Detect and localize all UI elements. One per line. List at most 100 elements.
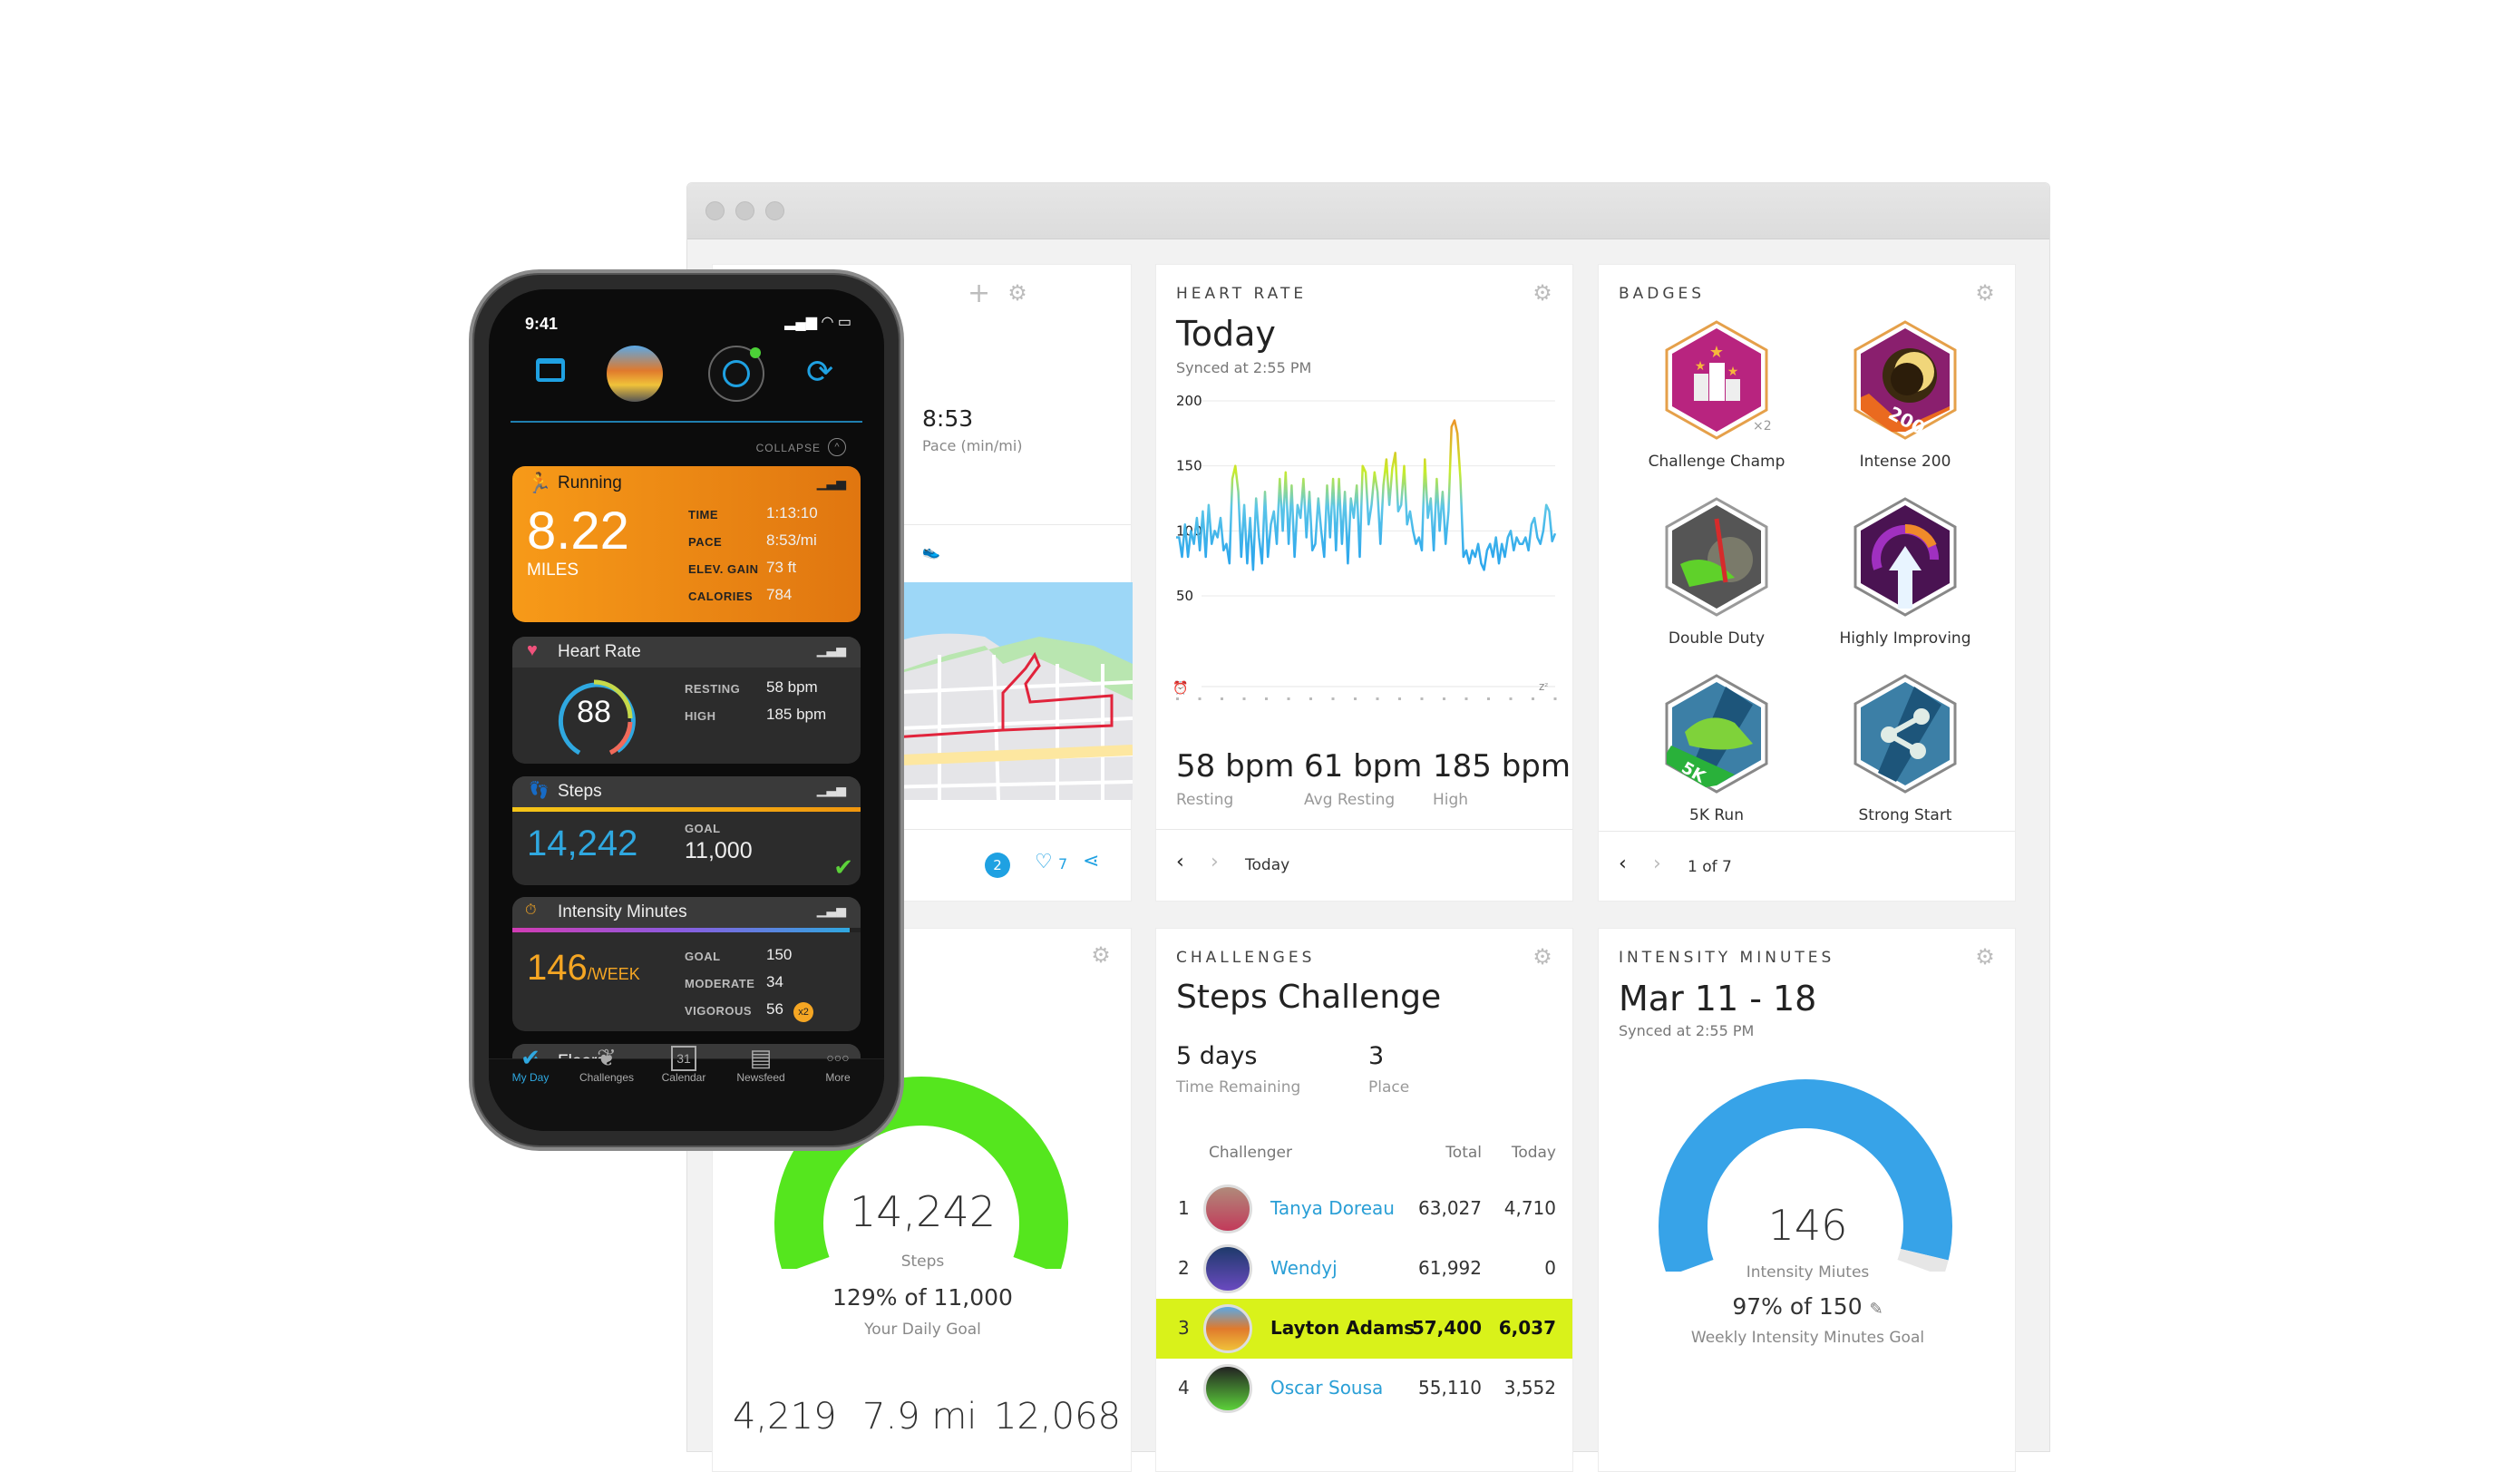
phone-heart-rate-card[interactable]: ♥ Heart Rate ▁▃▅ 88 RESTING 58 bpm HIGH … (512, 637, 861, 764)
tab-my-day[interactable]: ✔ My Day (494, 1044, 567, 1084)
intensity-minutes-card: INTENSITY MINUTES ⚙ Mar 11 - 18 Synced a… (1598, 928, 2016, 1472)
badge-multiplier: ×2 (1753, 419, 1772, 434)
status-icons: ▂▄▆ ◠ ▭ (784, 315, 851, 330)
phone-steps-value: 14,242 (527, 824, 638, 863)
add-icon[interactable]: + (968, 278, 990, 309)
share-icon[interactable]: ⋖ (1083, 850, 1099, 872)
badge-5k-run[interactable]: 5K 5K Run (1626, 673, 1807, 824)
phone-intensity-value: 146/WEEK (527, 948, 640, 989)
next-arrow-icon[interactable]: › (1211, 851, 1219, 873)
synced-text: Synced at 2:55 PM (1176, 359, 1312, 376)
window-close-button[interactable] (705, 201, 725, 220)
stat-label: RESTING (685, 682, 741, 696)
gear-icon[interactable]: ⚙ (1091, 944, 1111, 966)
phone-steps-card[interactable]: 👣 Steps ▁▃▅ 14,242 GOAL 11,000 ✔ (512, 776, 861, 885)
x-tick-dot (1354, 697, 1357, 700)
pager-label: 1 of 7 (1688, 858, 1732, 876)
badge-challenge-champ[interactable]: ★ ★ ★ ×2 Challenge Champ (1626, 319, 1807, 471)
collapse-chevron-icon[interactable]: ^ (828, 438, 846, 456)
gear-icon[interactable]: ⚙ (1532, 282, 1552, 304)
prev-arrow-icon[interactable]: ‹ (1176, 851, 1184, 873)
steps-value: 14,242 (850, 1187, 996, 1236)
tab-more[interactable]: ○○○ More (802, 1044, 874, 1084)
badge-double-duty[interactable]: Double Duty (1626, 496, 1807, 648)
challenger-name[interactable]: Oscar Sousa (1270, 1377, 1383, 1399)
gear-icon[interactable]: ⚙ (1532, 946, 1552, 968)
card-title: Steps (558, 782, 602, 801)
x-tick-dot (1221, 697, 1223, 700)
stat-value: 185 bpm (766, 706, 827, 723)
x-tick-dot (1176, 697, 1179, 700)
connected-indicator (750, 347, 761, 358)
likes-count: 7 (1058, 855, 1068, 872)
gear-icon[interactable]: ⚙ (1007, 282, 1027, 304)
avatar[interactable] (1203, 1304, 1252, 1353)
bar-chart-icon[interactable]: ▁▃▅ (817, 902, 846, 918)
high-label: High (1433, 791, 1469, 809)
tab-calendar[interactable]: 31 Calendar (647, 1046, 720, 1084)
goal-label: GOAL (685, 822, 721, 835)
avatar[interactable] (1203, 1244, 1252, 1293)
steps-percent: 129% of 11,000 (832, 1284, 1013, 1311)
shoe-icon: 👟 (922, 542, 940, 560)
column-challenger: Challenger (1209, 1144, 1292, 1162)
bar-chart-icon[interactable]: ▁▃▅ (817, 642, 846, 658)
high-value: 185 bpm (1433, 748, 1571, 785)
x-tick-dot (1487, 697, 1490, 700)
badge-label: 5K Run (1689, 806, 1744, 824)
intensity-percent-text: 97% of 150 (1732, 1293, 1863, 1320)
gear-icon[interactable]: ⚙ (1975, 282, 1995, 304)
gear-icon[interactable]: ⚙ (1975, 946, 1995, 968)
inbox-icon[interactable] (536, 358, 565, 382)
x-tick-dot (1553, 697, 1557, 700)
sync-icon[interactable]: ⟳ (806, 353, 833, 391)
prev-arrow-icon[interactable]: ‹ (1619, 853, 1627, 875)
divider (1599, 831, 2015, 832)
today-steps: 0 (1544, 1257, 1556, 1279)
running-distance: 8.22 (527, 502, 629, 561)
heart-icon[interactable]: ♡ (1035, 851, 1053, 873)
today-steps: 3,552 (1503, 1377, 1556, 1399)
window-minimize-button[interactable] (735, 201, 754, 220)
badge-highly-improving[interactable]: Highly Improving (1815, 496, 1996, 648)
window-maximize-button[interactable] (765, 201, 784, 220)
tab-challenges[interactable]: ❦ Challenges (570, 1044, 643, 1084)
tab-newsfeed[interactable]: ▤ Newsfeed (725, 1044, 797, 1084)
device-watch-icon[interactable] (708, 346, 764, 402)
phone-intensity-card[interactable]: ⏱ Intensity Minutes ▁▃▅ 146/WEEK GOAL 15… (512, 897, 861, 1031)
intensity-progress-track (512, 928, 861, 932)
heart-rate-line (1176, 419, 1557, 571)
total-steps: 57,400 (1411, 1317, 1482, 1339)
badge-intense-200[interactable]: 200 Intense 200 (1815, 319, 1996, 471)
avatar[interactable] (1203, 1364, 1252, 1413)
x-tick-dot (1309, 697, 1312, 700)
place-label: Place (1368, 1078, 1410, 1097)
stat-label: PACE (688, 535, 723, 549)
time-remaining-label: Time Remaining (1176, 1078, 1301, 1097)
rank: 3 (1178, 1317, 1190, 1339)
steps-progress-bar (512, 807, 861, 812)
intensity-label: Intensity Miutes (1746, 1263, 1870, 1282)
challenger-name[interactable]: Tanya Doreau (1270, 1197, 1395, 1219)
bar-chart-icon[interactable]: ▁▃▅ (817, 782, 846, 797)
avg-resting-value: 61 bpm (1304, 748, 1423, 785)
time-remaining-value: 5 days (1176, 1042, 1258, 1070)
intensity-number: 146 (527, 948, 588, 988)
heart-rate-chart: 50100150200⏰ zᶻ (1172, 393, 1557, 700)
card-title: Intensity Minutes (558, 902, 687, 921)
bar-chart-icon[interactable]: ▁▃▅ (817, 475, 846, 491)
badge-strong-start[interactable]: Strong Start (1815, 673, 1996, 824)
steps-stat-2: 7.9 mi (862, 1396, 978, 1438)
edit-pencil-icon[interactable]: ✎ (1870, 1300, 1883, 1319)
challenger-name[interactable]: Wendyj (1270, 1257, 1338, 1279)
comments-button[interactable]: 2 (985, 853, 1010, 878)
y-tick-label: 200 (1176, 393, 1202, 409)
collapse-label[interactable]: COLLAPSE (756, 442, 821, 454)
next-arrow-icon[interactable]: › (1653, 853, 1661, 875)
card-title: BADGES (1619, 285, 1706, 303)
challenger-name[interactable]: Layton Adams (1270, 1317, 1415, 1339)
x-tick-dot (1443, 697, 1445, 700)
running-card[interactable]: 🏃 Running ▁▃▅ 8.22 MILES TIME 1:13:10 PA… (512, 466, 861, 622)
avatar[interactable] (1203, 1184, 1252, 1233)
profile-avatar[interactable] (607, 346, 663, 402)
